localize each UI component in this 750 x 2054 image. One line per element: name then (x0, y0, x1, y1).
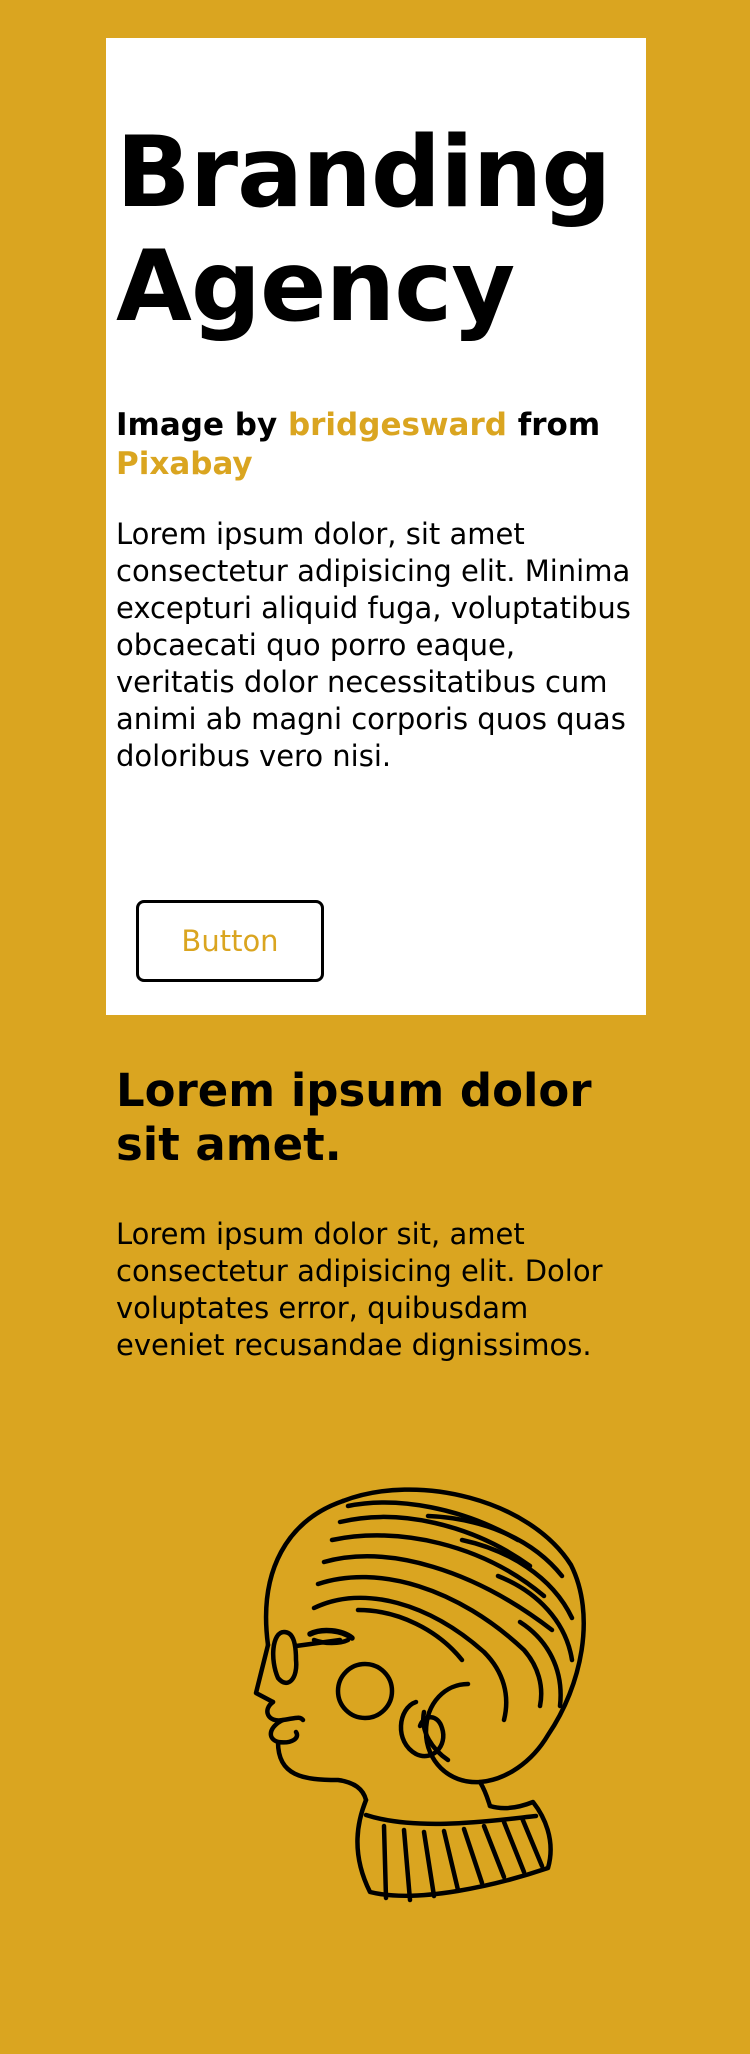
credit-source-link[interactable]: Pixabay (116, 446, 253, 482)
woman-portrait-icon (253, 1487, 586, 1903)
hero-card: Branding Agency Image by bridgesward fro… (106, 38, 646, 1015)
hero-title: Branding Agency (116, 116, 612, 344)
section-title: Lorem ipsum dolor sit amet. (116, 1064, 592, 1171)
section-body-text: Lorem ipsum dolor sit, amet consectetur … (116, 1217, 603, 1362)
credit-prefix: Image by (116, 407, 288, 443)
credit-middle: from (506, 407, 601, 443)
hero-button[interactable]: Button (136, 900, 324, 982)
hero-body-text: Lorem ipsum dolor, sit amet consectetur … (116, 517, 631, 773)
credit-author-link[interactable]: bridgesward (288, 407, 507, 443)
image-credit: Image by bridgesward from Pixabay (116, 406, 636, 484)
